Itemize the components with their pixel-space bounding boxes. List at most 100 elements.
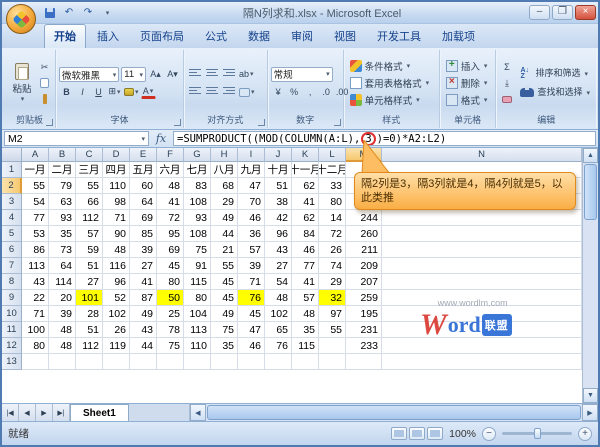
cell-B7[interactable]: 64	[49, 258, 76, 274]
cell-N8[interactable]	[382, 274, 582, 290]
column-header-N[interactable]: N	[382, 148, 582, 162]
cell-F7[interactable]: 45	[157, 258, 184, 274]
cell-A7[interactable]: 113	[22, 258, 49, 274]
cell-I7[interactable]: 39	[238, 258, 265, 274]
row-header-4[interactable]: 4	[2, 210, 22, 226]
cell-L3[interactable]: 80	[319, 194, 346, 210]
cell-E1[interactable]: 五月	[130, 162, 157, 178]
column-header-B[interactable]: B	[49, 148, 76, 162]
zoom-level[interactable]: 100%	[449, 428, 476, 440]
cell-E13[interactable]	[130, 354, 157, 370]
cell-N6[interactable]	[382, 242, 582, 258]
last-sheet-button[interactable]: ▶|	[53, 404, 70, 421]
cell-F11[interactable]: 78	[157, 322, 184, 338]
cell-B1[interactable]: 二月	[49, 162, 76, 178]
align-top-button[interactable]	[187, 67, 202, 82]
scroll-right-icon[interactable]: ▶	[582, 404, 598, 421]
cell-F4[interactable]: 72	[157, 210, 184, 226]
cell-H2[interactable]: 68	[211, 178, 238, 194]
alignment-dialog-launcher[interactable]	[257, 119, 265, 126]
cell-J11[interactable]: 65	[265, 322, 292, 338]
cell-E8[interactable]: 41	[130, 274, 157, 290]
cell-I11[interactable]: 47	[238, 322, 265, 338]
row-header-5[interactable]: 5	[2, 226, 22, 242]
cell-J8[interactable]: 54	[265, 274, 292, 290]
orientation-button[interactable]: ab ▾	[238, 67, 255, 82]
cell-C7[interactable]: 51	[76, 258, 103, 274]
cell-C3[interactable]: 66	[76, 194, 103, 210]
cell-G11[interactable]: 113	[184, 322, 211, 338]
row-header-11[interactable]: 11	[2, 322, 22, 338]
cell-F3[interactable]: 41	[157, 194, 184, 210]
borders-button[interactable]: ⊞ ▾	[107, 84, 122, 99]
cell-F12[interactable]: 75	[157, 338, 184, 354]
cell-E4[interactable]: 69	[130, 210, 157, 226]
cell-E6[interactable]: 39	[130, 242, 157, 258]
cell-F6[interactable]: 69	[157, 242, 184, 258]
close-button[interactable]: ×	[575, 5, 596, 20]
cell-J5[interactable]: 96	[265, 226, 292, 242]
cell-E11[interactable]: 43	[130, 322, 157, 338]
tab-review[interactable]: 审阅	[281, 24, 323, 48]
cell-F10[interactable]: 25	[157, 306, 184, 322]
cell-C4[interactable]: 112	[76, 210, 103, 226]
format-cells-button[interactable]: 格式 ▾	[443, 92, 493, 109]
merge-center-button[interactable]: ▾	[238, 85, 256, 100]
column-header-L[interactable]: L	[319, 148, 346, 162]
cell-H13[interactable]	[211, 354, 238, 370]
maximize-button[interactable]: ❐	[552, 5, 573, 20]
cell-B3[interactable]: 63	[49, 194, 76, 210]
cell-M12[interactable]: 233	[346, 338, 382, 354]
redo-button[interactable]: ↷	[80, 5, 96, 20]
cell-M11[interactable]: 231	[346, 322, 382, 338]
cell-A3[interactable]: 54	[22, 194, 49, 210]
cell-L1[interactable]: 十二月	[319, 162, 346, 178]
tab-formulas[interactable]: 公式	[195, 24, 237, 48]
zoom-in-button[interactable]: +	[578, 426, 592, 441]
cell-D12[interactable]: 119	[103, 338, 130, 354]
cell-F5[interactable]: 95	[157, 226, 184, 242]
tab-view[interactable]: 视图	[324, 24, 366, 48]
clear-button[interactable]	[499, 92, 514, 107]
cell-M13[interactable]	[346, 354, 382, 370]
cell-F9[interactable]: 50	[157, 290, 184, 306]
cell-D3[interactable]: 98	[103, 194, 130, 210]
tab-addins[interactable]: 加载项	[432, 24, 485, 48]
italic-button[interactable]: I	[75, 84, 90, 99]
cell-K8[interactable]: 41	[292, 274, 319, 290]
horizontal-scrollbar[interactable]: ◀ ▶	[188, 404, 598, 421]
cell-E7[interactable]: 27	[130, 258, 157, 274]
row-header-8[interactable]: 8	[2, 274, 22, 290]
cell-B8[interactable]: 114	[49, 274, 76, 290]
format-as-table-button[interactable]: 套用表格格式 ▾	[347, 75, 436, 92]
copy-button[interactable]	[37, 76, 52, 91]
cell-H4[interactable]: 49	[211, 210, 238, 226]
cell-G2[interactable]: 83	[184, 178, 211, 194]
cell-D7[interactable]: 116	[103, 258, 130, 274]
cell-H7[interactable]: 55	[211, 258, 238, 274]
cell-M10[interactable]: 195	[346, 306, 382, 322]
cell-E2[interactable]: 60	[130, 178, 157, 194]
cell-N13[interactable]	[382, 354, 582, 370]
cell-E12[interactable]: 44	[130, 338, 157, 354]
cell-H3[interactable]: 29	[211, 194, 238, 210]
cell-B13[interactable]	[49, 354, 76, 370]
cell-G1[interactable]: 七月	[184, 162, 211, 178]
sheet-tab-sheet1[interactable]: Sheet1	[70, 404, 129, 421]
horizontal-scroll-thumb[interactable]	[206, 405, 581, 420]
cell-A9[interactable]: 22	[22, 290, 49, 306]
scroll-down-icon[interactable]: ▼	[583, 388, 598, 403]
scroll-up-icon[interactable]: ▲	[583, 148, 598, 163]
find-select-button[interactable]: 查找和选择 ▾	[517, 84, 593, 101]
cell-A11[interactable]: 100	[22, 322, 49, 338]
column-header-A[interactable]: A	[22, 148, 49, 162]
cell-K3[interactable]: 41	[292, 194, 319, 210]
next-sheet-button[interactable]: ▶	[36, 404, 53, 421]
tab-developer[interactable]: 开发工具	[367, 24, 431, 48]
bold-button[interactable]: B	[59, 84, 74, 99]
cell-D6[interactable]: 48	[103, 242, 130, 258]
cell-K2[interactable]: 62	[292, 178, 319, 194]
cell-E10[interactable]: 49	[130, 306, 157, 322]
cell-M8[interactable]: 207	[346, 274, 382, 290]
row-header-7[interactable]: 7	[2, 258, 22, 274]
